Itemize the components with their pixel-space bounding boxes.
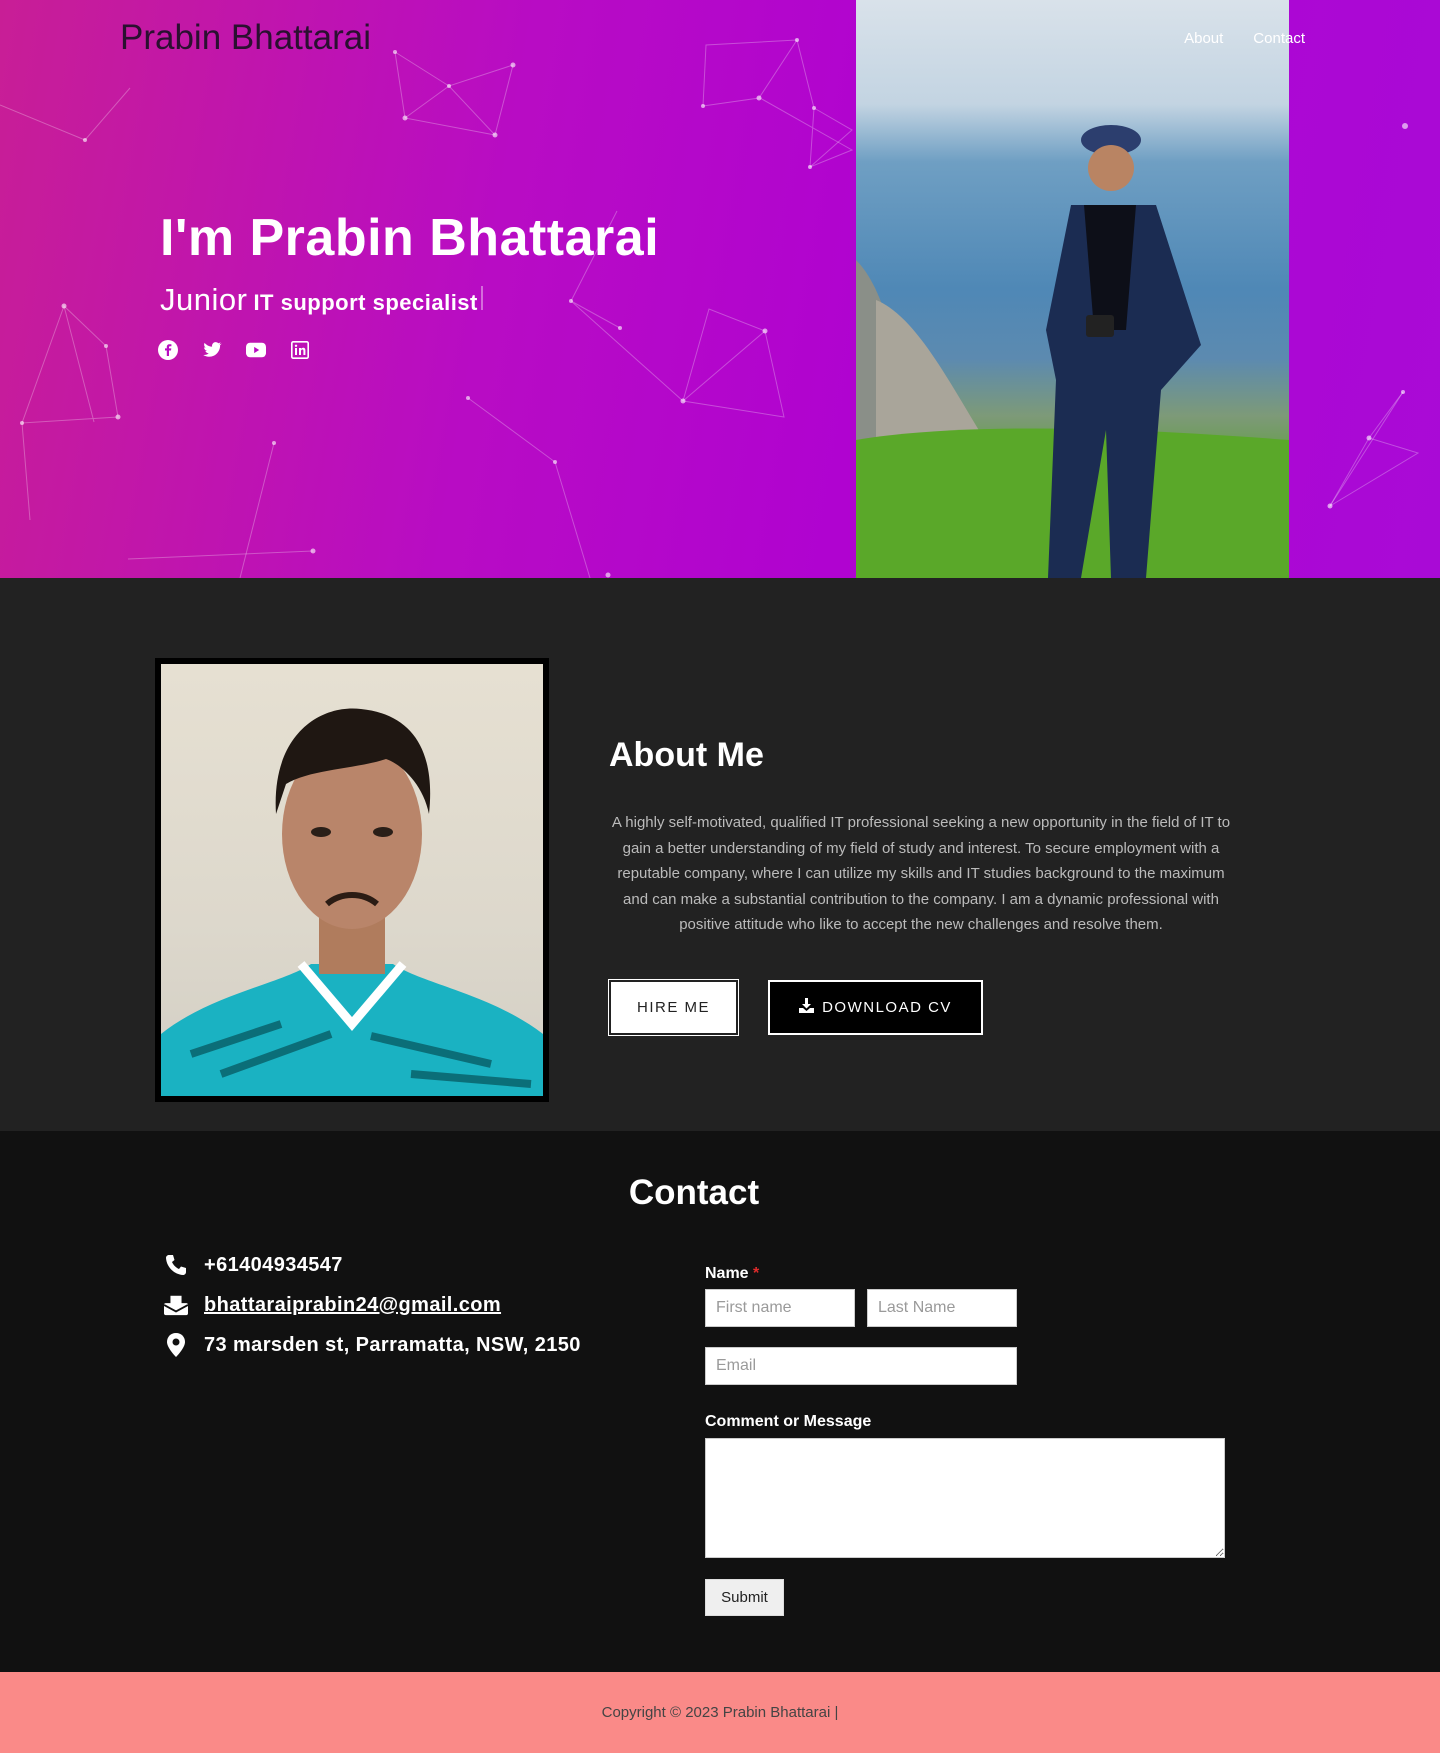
message-label: Comment or Message [705, 1413, 872, 1430]
phone-icon [164, 1253, 188, 1277]
portrait-image [161, 664, 543, 1096]
about-bio: A highly self-motivated, qualified IT pr… [611, 814, 1231, 933]
copyright-text: Copyright © 2023 Prabin Bhattarai | [601, 1704, 839, 1721]
main-nav: About Contact [1184, 30, 1305, 47]
contact-email: bhattaraiprabin24@gmail.com [164, 1293, 501, 1317]
face-illustration [161, 708, 543, 1096]
hero-greeting: I'm Prabin Bhattarai [160, 209, 660, 267]
message-textarea[interactable] [705, 1438, 1225, 1558]
name-label: Name * [705, 1265, 760, 1282]
download-icon [799, 998, 815, 1017]
contact-address: 73 marsden st, Parramatta, NSW, 2150 [164, 1333, 581, 1357]
about-section: About Me A highly self-motivated, qualif… [0, 578, 1440, 1131]
contact-phone: +61404934547 [164, 1253, 343, 1277]
location-pin-icon [164, 1333, 188, 1357]
nav-about-link[interactable]: About [1184, 30, 1223, 47]
submit-button[interactable]: Submit [705, 1579, 784, 1616]
download-cv-button[interactable]: DOWNLOAD CV [768, 980, 983, 1035]
last-name-input[interactable] [867, 1289, 1017, 1327]
first-name-input[interactable] [705, 1289, 855, 1327]
contact-form: Name * Comment or Message Submit [705, 1265, 1225, 1616]
profile-portrait [155, 658, 549, 1102]
mail-icon [164, 1293, 188, 1317]
nav-contact-link[interactable]: Contact [1253, 30, 1305, 47]
download-cv-label: DOWNLOAD CV [822, 999, 952, 1016]
hero-section: Prabin Bhattarai About Contact I'm Prabi… [0, 0, 1440, 578]
hire-me-label: HIRE ME [636, 999, 710, 1016]
hero-role: Junior IT support specialist [160, 282, 483, 318]
footer: Copyright © 2023 Prabin Bhattarai | [0, 1672, 1440, 1753]
linkedin-icon[interactable] [290, 340, 310, 360]
site-title[interactable]: Prabin Bhattarai [120, 18, 371, 58]
person-illustration [856, 125, 1289, 578]
twitter-icon[interactable] [202, 340, 222, 360]
email-input[interactable] [705, 1347, 1017, 1385]
contact-section: Contact +61404934547 bhattaraiprabin24@g… [0, 1131, 1440, 1672]
social-links [158, 340, 310, 360]
facebook-icon[interactable] [158, 340, 178, 360]
youtube-icon[interactable] [246, 340, 266, 360]
role-prefix: Junior [160, 282, 248, 317]
address-text: 73 marsden st, Parramatta, NSW, 2150 [204, 1333, 581, 1356]
about-heading: About Me [609, 736, 764, 774]
hero-photo [856, 0, 1289, 578]
role-typed: IT support specialist [253, 290, 478, 315]
typing-cursor [480, 286, 483, 310]
contact-heading: Contact [628, 1173, 760, 1212]
hire-me-button[interactable]: HIRE ME [608, 979, 739, 1036]
email-link[interactable]: bhattaraiprabin24@gmail.com [204, 1294, 501, 1317]
phone-number[interactable]: +61404934547 [204, 1254, 343, 1277]
